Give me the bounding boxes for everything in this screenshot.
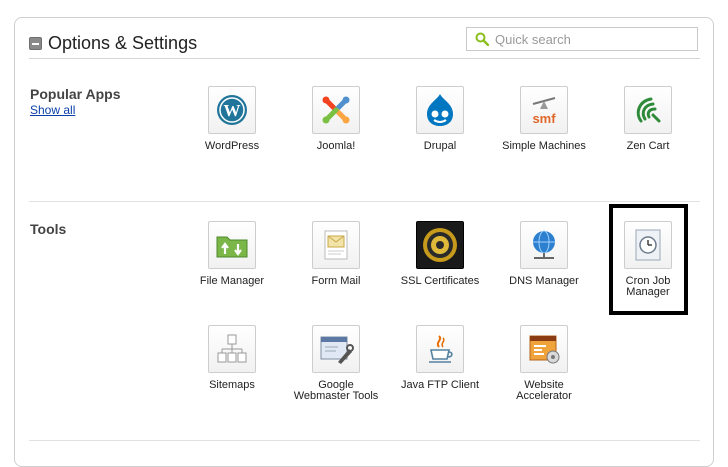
app-zen-cart[interactable]: Zen Cart: [596, 86, 700, 152]
tool-dns-manager[interactable]: DNS Manager: [492, 221, 596, 287]
joomla-tile[interactable]: [312, 86, 360, 134]
lock-dial-icon: [423, 228, 457, 262]
app-label: Zen Cart: [626, 140, 670, 152]
cron-job-highlight-box: [609, 204, 688, 315]
ssl-certificates-tile[interactable]: [416, 221, 464, 269]
app-label: Joomla!: [316, 140, 356, 152]
section-divider: [29, 201, 700, 202]
section-divider: [29, 440, 700, 441]
simple-machines-tile[interactable]: smf: [520, 86, 568, 134]
app-label: WordPress: [204, 140, 260, 152]
app-joomla[interactable]: Joomla!: [284, 86, 388, 152]
app-label: Webmaster Tools: [293, 390, 379, 402]
joomla-icon: [322, 96, 350, 124]
zen-cart-tile[interactable]: [624, 86, 672, 134]
folder-transfer-icon: [216, 236, 248, 258]
app-wordpress[interactable]: W WordPress: [180, 86, 284, 152]
page-title: Options & Settings: [48, 32, 198, 53]
show-all-link[interactable]: Show all: [30, 103, 75, 117]
dns-manager-tile[interactable]: [520, 221, 568, 269]
globe-network-icon: [533, 230, 555, 259]
svg-text:W: W: [224, 101, 241, 120]
app-label: SSL Certificates: [400, 275, 480, 287]
app-label: Simple Machines: [502, 140, 586, 152]
tool-google-webmaster-tools[interactable]: Google Webmaster Tools: [284, 325, 388, 402]
accelerator-icon: [529, 335, 560, 364]
tool-form-mail[interactable]: Form Mail: [284, 221, 388, 287]
java-cup-icon: [429, 335, 453, 363]
panel-header: Options & Settings: [29, 32, 197, 54]
tool-website-accelerator[interactable]: Website Accelerator: [492, 325, 596, 402]
quick-search-box[interactable]: [466, 27, 698, 51]
java-ftp-client-tile[interactable]: [416, 325, 464, 373]
sitemap-icon: [217, 334, 247, 363]
search-icon: [475, 32, 489, 46]
wordpress-icon: W: [217, 95, 247, 125]
wordpress-tile[interactable]: W: [208, 86, 256, 134]
tool-file-manager[interactable]: File Manager: [180, 221, 284, 287]
app-drupal[interactable]: Drupal: [388, 86, 492, 152]
tool-ssl-certificates[interactable]: SSL Certificates: [388, 221, 492, 287]
zen-cart-icon: [636, 97, 661, 123]
drupal-icon: [427, 94, 453, 126]
search-input[interactable]: [495, 31, 695, 47]
tool-java-ftp-client[interactable]: Java FTP Client: [388, 325, 492, 391]
app-label: Java FTP Client: [400, 379, 480, 391]
sitemaps-tile[interactable]: [208, 325, 256, 373]
simple-machines-icon: smf: [532, 97, 556, 126]
drupal-tile[interactable]: [416, 86, 464, 134]
app-label: Drupal: [423, 140, 457, 152]
app-simple-machines[interactable]: smf Simple Machines: [492, 86, 596, 152]
app-label: Form Mail: [311, 275, 361, 287]
file-manager-tile[interactable]: [208, 221, 256, 269]
tools-heading: Tools: [30, 221, 67, 237]
app-label: DNS Manager: [509, 275, 579, 287]
form-mail-tile[interactable]: [312, 221, 360, 269]
collapse-toggle-icon[interactable]: [29, 36, 42, 50]
google-webmaster-tools-tile[interactable]: [312, 325, 360, 373]
app-label: File Manager: [199, 275, 265, 287]
popular-apps-heading: Popular Apps: [30, 86, 121, 102]
app-label: Accelerator: [516, 390, 572, 402]
smf-logo-text: smf: [532, 111, 556, 126]
webmaster-tools-icon: [320, 336, 354, 364]
form-mail-icon: [324, 230, 348, 260]
app-label: Sitemaps: [209, 379, 255, 391]
website-accelerator-tile[interactable]: [520, 325, 568, 373]
header-divider: [29, 58, 700, 59]
tool-sitemaps[interactable]: Sitemaps: [180, 325, 284, 391]
